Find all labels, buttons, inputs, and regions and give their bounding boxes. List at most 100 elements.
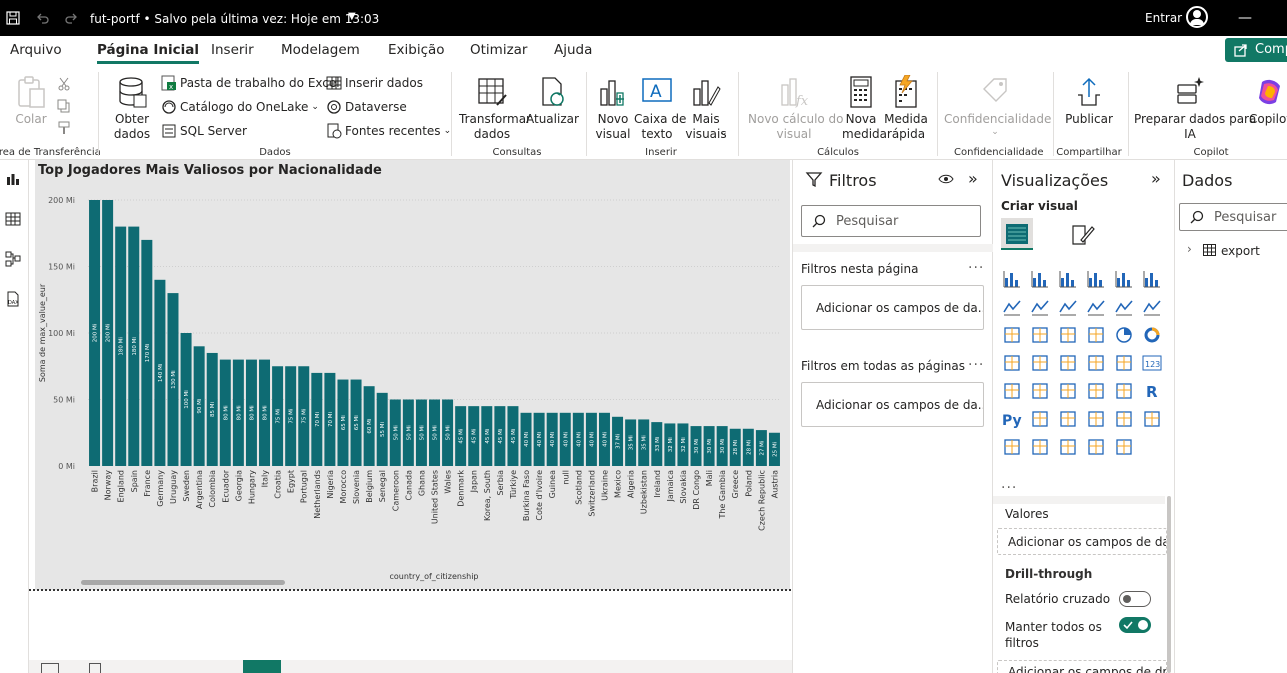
new-visual-button[interactable]: Novo visual [593,74,633,142]
button-slicer-icon[interactable] [1057,436,1079,458]
azure-map-icon[interactable] [1085,352,1107,374]
filled-map-icon[interactable] [1057,352,1079,374]
vertical-scrollbar[interactable] [1167,496,1171,673]
dax-query-view-icon[interactable]: DAX [2,288,24,310]
clustered-column-icon[interactable] [1085,268,1107,290]
tab-arquivo[interactable]: Arquivo [10,42,62,58]
recent-sources-button[interactable]: Fontes recentes ⌄ [326,123,451,139]
power-apps-icon[interactable] [1085,436,1107,458]
sign-in-link[interactable]: Entrar [1145,11,1182,25]
power-automate-icon[interactable] [1113,436,1135,458]
gauge-icon[interactable] [1113,352,1135,374]
data-search-input[interactable]: Pesquisar [1179,203,1287,231]
clustered-bar-icon[interactable] [1057,268,1079,290]
kpi-icon[interactable] [1029,380,1051,402]
format-painter-icon[interactable] [56,120,72,136]
refresh-button[interactable]: Atualizar [526,74,579,127]
eye-icon[interactable] [938,173,954,185]
r-visual-icon[interactable]: R [1141,380,1163,402]
matrix-icon[interactable] [1113,380,1135,402]
undo-icon[interactable] [34,9,52,27]
line-stacked-column-icon[interactable] [1141,296,1163,318]
tab-otimizar[interactable]: Otimizar [470,42,527,58]
redo-icon[interactable] [62,9,80,27]
tab-pagina-inicial[interactable]: Página Inicial [97,42,199,64]
horizontal-scrollbar[interactable] [81,580,285,585]
goals-icon[interactable] [1141,408,1163,430]
area-chart-icon[interactable] [1029,296,1051,318]
excel-workbook-button[interactable]: x Pasta de trabalho do Excel [161,75,340,91]
decomposition-tree-icon[interactable] [1057,408,1079,430]
more-options-icon[interactable]: ··· [968,357,984,373]
tab-ajuda[interactable]: Ajuda [554,42,592,58]
avatar[interactable] [1186,6,1208,28]
map-icon[interactable] [1029,352,1051,374]
waterfall-icon[interactable] [1029,324,1051,346]
transform-data-button[interactable]: Transformar dados [459,74,531,142]
stacked-bar-icon[interactable] [1001,268,1023,290]
more-visuals-ellipsis[interactable]: ... [1001,476,1017,492]
report-canvas[interactable]: 0 Mi 50 Mi 100 Mi 150 Mi 200 Mi Soma de max_v… [29,160,792,660]
collapse-pane-icon[interactable]: » [1151,169,1161,188]
multirow-card-icon[interactable] [1001,380,1023,402]
text-box-button[interactable]: A Caixa de texto [634,74,686,142]
model-view-icon[interactable] [2,248,24,270]
values-dropzone[interactable]: Adicionar os campos de da... [997,528,1167,555]
prepare-data-for-ai-button[interactable]: Preparar dados para IA [1134,74,1256,142]
chevron-down-icon[interactable]: ▼ [348,11,356,22]
format-visual-tab[interactable] [1067,218,1099,250]
table-export[interactable]: export [1221,244,1260,258]
sql-server-button[interactable]: SQL Server [161,123,247,139]
tab-exibicao[interactable]: Exibição [388,42,445,58]
narrative-icon[interactable] [1113,408,1135,430]
pie-icon[interactable] [1113,324,1135,346]
funnel-icon[interactable] [1057,324,1079,346]
new-visual-calculation-button[interactable]: fx Novo cálculo do visual [748,74,844,142]
card-icon[interactable]: 123 [1141,352,1163,374]
filters-page-dropzone[interactable]: Adicionar os campos de da... [801,285,984,330]
more-options-icon[interactable]: ··· [968,260,984,276]
page-nav-icon[interactable] [89,663,101,673]
cross-report-toggle[interactable] [1119,591,1151,607]
sensitivity-button[interactable]: Confidencialidade ⌄ [944,74,1051,137]
dataverse-button[interactable]: Dataverse [326,99,407,115]
filters-search-input[interactable]: Pesquisar [801,205,981,237]
treemap-icon[interactable] [1001,352,1023,374]
bar-chart-visual[interactable]: 0 Mi 50 Mi 100 Mi 150 Mi 200 Mi Soma de max_v… [35,160,790,590]
onelake-catalog-button[interactable]: Catálogo do OneLake ⌄ [161,99,319,115]
stacked-column-icon[interactable] [1029,268,1051,290]
save-icon[interactable] [4,9,22,27]
paste-button[interactable]: Colar [14,74,48,127]
document-title[interactable]: fut-portf • Salvo pela última vez: Hoje … [90,12,379,26]
new-card-icon[interactable] [1029,436,1051,458]
qa-icon[interactable] [1085,408,1107,430]
stacked-area-icon[interactable] [1057,296,1079,318]
table-view-icon[interactable] [2,208,24,230]
copy-icon[interactable] [56,98,72,114]
drill-through-dropzone[interactable]: Adicionar os campos de dr... [997,660,1167,673]
100-stacked-bar-icon[interactable] [1113,268,1135,290]
new-measure-button[interactable]: Nova medida [842,74,887,142]
insert-data-button[interactable]: Inserir dados [326,75,423,91]
chevron-right-icon[interactable]: › [1187,242,1192,256]
get-data-button[interactable]: Obter dados [108,74,156,142]
python-visual-icon[interactable]: Py [1001,408,1023,430]
scatter-icon[interactable] [1085,324,1107,346]
100-stacked-column-icon[interactable] [1141,268,1163,290]
ribbon-area-icon[interactable] [1085,296,1107,318]
build-visual-tab[interactable] [1001,218,1033,250]
slicer-icon[interactable] [1057,380,1079,402]
donut-icon[interactable] [1141,324,1163,346]
tab-modelagem[interactable]: Modelagem [281,42,360,58]
copilot-button[interactable]: Copilot [1246,74,1287,127]
line-column-icon[interactable] [1113,296,1135,318]
report-view-icon[interactable] [2,168,24,190]
paginated-report-icon[interactable] [1001,436,1023,458]
ribbon-chart-icon[interactable] [1001,324,1023,346]
keep-filters-toggle[interactable] [1119,617,1151,633]
tab-inserir[interactable]: Inserir [211,42,254,58]
minimize-icon[interactable]: — [1238,10,1252,26]
table-icon[interactable] [1085,380,1107,402]
publish-button[interactable]: Publicar [1063,74,1115,127]
filters-all-pages-dropzone[interactable]: Adicionar os campos de da... [801,382,984,427]
